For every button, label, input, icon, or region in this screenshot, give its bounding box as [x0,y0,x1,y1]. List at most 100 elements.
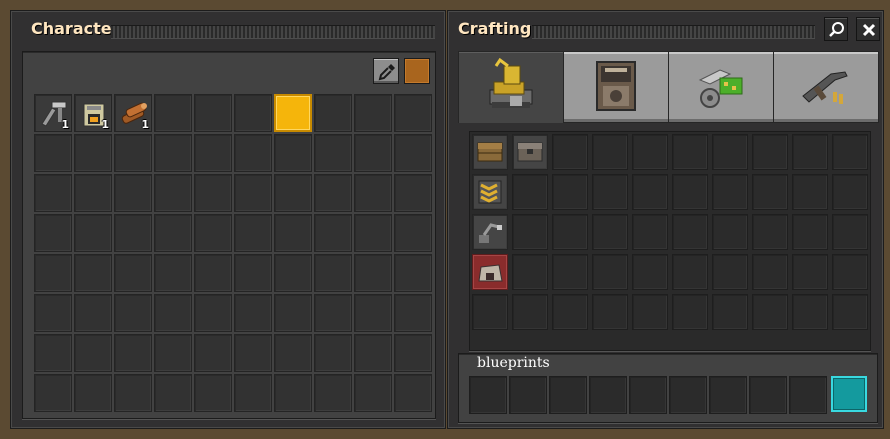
recipe-slot[interactable] [552,294,588,330]
inventory-slot[interactable] [114,254,152,292]
recipe-slot[interactable] [552,174,588,210]
inventory-slot[interactable] [234,374,272,412]
inventory-slot[interactable] [154,254,192,292]
inventory-slot[interactable] [234,254,272,292]
crafting-titlebar[interactable]: Crafting [448,11,883,49]
drag-handle[interactable] [532,25,815,39]
inventory-slot[interactable] [34,134,72,172]
inventory-slot[interactable] [74,294,112,332]
recipe-slot[interactable] [752,214,788,250]
search-button[interactable] [824,17,848,41]
inventory-slot[interactable] [234,174,272,212]
inventory-slot[interactable] [394,254,432,292]
inventory-slot[interactable] [234,134,272,172]
inventory-slot[interactable]: 1 [74,94,112,132]
blueprint-slot[interactable] [629,376,667,414]
inventory-slot[interactable] [194,174,232,212]
inventory-slot[interactable] [194,254,232,292]
inventory-slot[interactable] [194,134,232,172]
recipe-slot[interactable] [832,134,868,170]
recipe-slot[interactable] [832,214,868,250]
inventory-slot[interactable] [314,374,352,412]
inventory-slot[interactable] [394,374,432,412]
recipe-slot[interactable] [832,294,868,330]
inventory-slot[interactable] [234,294,272,332]
recipe-slot[interactable] [752,134,788,170]
recipe-slot[interactable] [472,294,508,330]
character-titlebar[interactable]: Character [11,11,445,49]
blueprint-slot[interactable] [469,376,507,414]
inventory-slot[interactable] [114,334,152,372]
inventory-slot[interactable] [34,374,72,412]
inventory-slot[interactable] [234,334,272,372]
drag-handle[interactable] [111,25,435,39]
recipe-slot[interactable] [632,254,668,290]
inventory-slot[interactable] [274,254,312,292]
tab-intermediate-products[interactable] [668,51,774,123]
inventory-slot[interactable] [394,134,432,172]
recipe-wooden-chest[interactable] [472,134,508,170]
recipe-slot[interactable] [592,254,628,290]
recipe-slot[interactable] [752,294,788,330]
blueprint-slot[interactable] [709,376,747,414]
inventory-slot[interactable] [354,134,392,172]
inventory-slot[interactable] [314,294,352,332]
inventory-slot-selected[interactable] [274,94,312,132]
recipe-slot[interactable] [752,254,788,290]
recipe-slot[interactable] [712,214,748,250]
recipe-slot[interactable] [712,294,748,330]
inventory-slot[interactable] [194,334,232,372]
inventory-slot[interactable] [394,214,432,252]
recipe-slot[interactable] [632,294,668,330]
recipe-slot[interactable] [592,294,628,330]
inventory-slot[interactable] [394,94,432,132]
recipe-slot[interactable] [712,174,748,210]
inventory-slot[interactable] [354,294,392,332]
inventory-slot[interactable]: 1 [114,94,152,132]
recipe-slot[interactable] [592,174,628,210]
inventory-slot[interactable] [274,174,312,212]
recipe-slot[interactable] [792,174,828,210]
inventory-slot[interactable] [314,254,352,292]
inventory-slot[interactable] [274,294,312,332]
inventory-slot[interactable] [394,334,432,372]
blueprint-slot[interactable] [549,376,587,414]
inventory-slot[interactable] [74,134,112,172]
color-swatch[interactable] [404,58,430,84]
inventory-slot[interactable] [394,294,432,332]
blueprint-slot[interactable] [789,376,827,414]
inventory-slot[interactable] [274,334,312,372]
inventory-slot[interactable] [314,214,352,252]
recipe-slot[interactable] [712,134,748,170]
inventory-slot[interactable] [314,334,352,372]
inventory-slot[interactable] [154,334,192,372]
inventory-slot[interactable] [74,334,112,372]
recipe-slot[interactable] [672,214,708,250]
inventory-slot[interactable] [114,134,152,172]
recipe-slot[interactable] [632,214,668,250]
inventory-slot[interactable] [154,94,192,132]
inventory-slot[interactable] [74,374,112,412]
recipe-burner-inserter[interactable] [472,214,508,250]
color-picker-button[interactable] [373,58,399,84]
recipe-slot[interactable] [752,174,788,210]
recipe-slot[interactable] [792,214,828,250]
inventory-slot[interactable] [354,174,392,212]
blueprint-slot[interactable] [589,376,627,414]
inventory-slot[interactable] [154,134,192,172]
inventory-slot[interactable] [354,94,392,132]
recipe-slot[interactable] [712,254,748,290]
recipe-slot[interactable] [592,134,628,170]
inventory-slot[interactable] [354,214,392,252]
blueprint-slot[interactable] [749,376,787,414]
blueprint-slot[interactable] [509,376,547,414]
inventory-slot[interactable] [194,294,232,332]
inventory-slot[interactable] [114,374,152,412]
inventory-slot[interactable] [34,334,72,372]
inventory-slot[interactable] [274,374,312,412]
inventory-slot[interactable] [154,214,192,252]
inventory-slot[interactable] [114,294,152,332]
inventory-slot[interactable] [194,374,232,412]
inventory-slot[interactable] [154,174,192,212]
inventory-slot[interactable] [74,174,112,212]
